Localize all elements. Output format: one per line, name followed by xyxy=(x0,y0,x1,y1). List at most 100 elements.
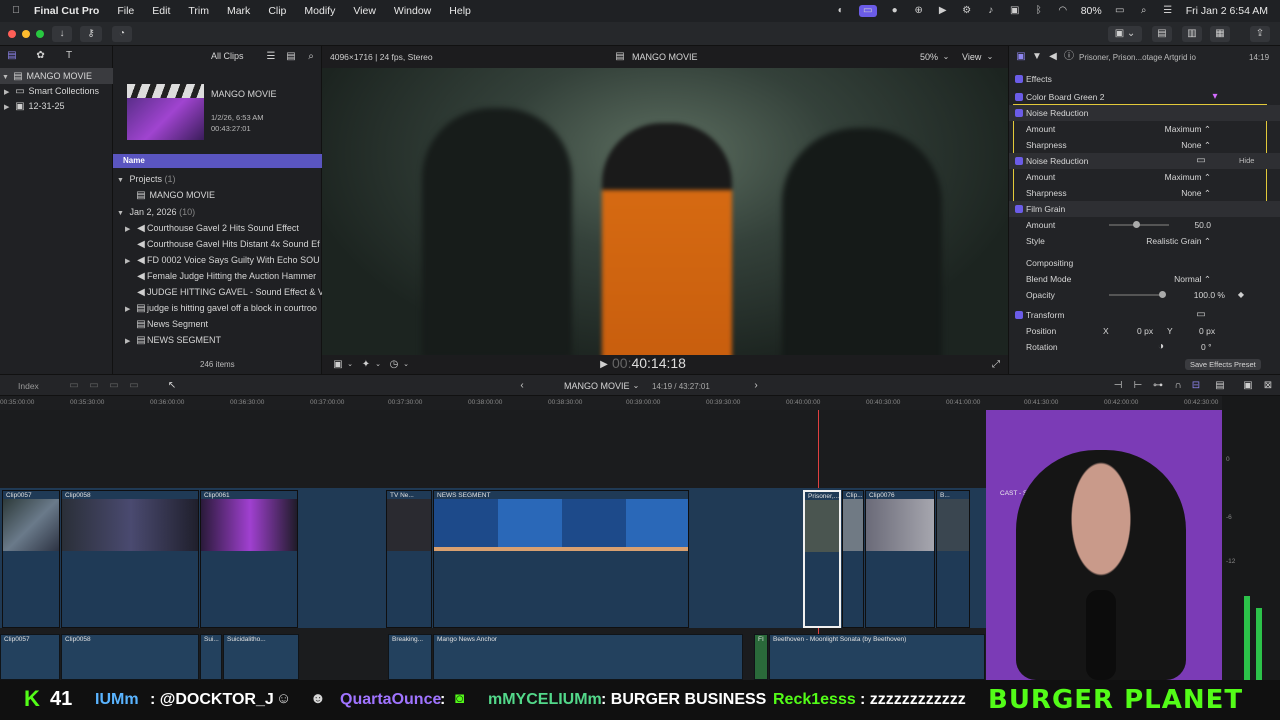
photos-icon[interactable]: ✿ xyxy=(35,50,47,62)
sharpness-popup[interactable]: None ⌃ xyxy=(1181,185,1211,201)
import-button[interactable]: ↓ xyxy=(52,26,72,42)
skimming-icon[interactable]: ⊣ xyxy=(1112,380,1124,392)
edit-insert-icon[interactable]: ▭ xyxy=(88,380,100,392)
list-item[interactable]: ▶ ▤NEWS SEGMENT xyxy=(113,332,322,348)
disclosure-icon[interactable]: ▼ xyxy=(2,70,12,84)
list-item[interactable]: ▶ ◀ Courthouse Gavel 2 Hits Sound Effect xyxy=(113,220,322,236)
library-icon[interactable]: ▤ xyxy=(6,50,18,62)
audio-clip[interactable]: Breaking... xyxy=(388,634,432,680)
wifi-icon[interactable]: ◠ xyxy=(1057,5,1069,17)
transitions-browser-icon[interactable]: ⊠ xyxy=(1262,380,1274,392)
control-center-icon[interactable]: ☰ xyxy=(1162,5,1174,17)
param-grain-amount[interactable]: Amount 50.0 xyxy=(1009,217,1280,233)
video-clip[interactable]: NEWS SEGMENT xyxy=(433,490,689,628)
disclosure-icon[interactable]: ▶ xyxy=(125,222,135,236)
audio-clip[interactable]: FI xyxy=(754,634,768,680)
opacity-value[interactable]: 100.0 % xyxy=(1194,287,1225,303)
amount-value[interactable]: 50.0 xyxy=(1194,217,1211,233)
color-inspector-icon[interactable]: ▼ xyxy=(1031,51,1043,63)
play-button[interactable]: ▶ xyxy=(598,359,610,371)
list-item[interactable]: ▤News Segment xyxy=(113,316,322,332)
timecode-display[interactable]: 00:40:14:18 xyxy=(612,355,686,371)
speed-icon[interactable]: ◷ xyxy=(388,359,400,371)
chevron-down-icon[interactable]: ⌄ xyxy=(372,359,384,371)
list-item[interactable]: ▶ ◀ FD 0002 Voice Says Guilty With Echo SO… xyxy=(113,252,322,268)
rotation-value[interactable]: 0 ° xyxy=(1201,339,1212,355)
workspace-button[interactable]: ▣ ⌄ xyxy=(1108,26,1142,42)
menu-file[interactable]: File xyxy=(117,5,134,17)
keyframe-icon[interactable]: ◆ xyxy=(1235,289,1247,301)
screen-share-icon[interactable]: ▭ xyxy=(858,5,877,17)
zoom-popup[interactable]: 50% xyxy=(920,52,938,62)
effect-film-grain[interactable]: Film Grain xyxy=(1009,201,1280,217)
browser-filter[interactable]: All Clips xyxy=(211,51,244,61)
effects-checkbox[interactable] xyxy=(1015,75,1023,83)
color-board-icon[interactable]: ▾ xyxy=(1209,91,1221,103)
chevron-down-icon[interactable]: ⌄ xyxy=(400,359,412,371)
amount-popup[interactable]: Maximum ⌃ xyxy=(1165,169,1211,185)
play-icon[interactable]: ▶ xyxy=(937,5,949,17)
timeline-toggle-button[interactable]: ▥ xyxy=(1182,26,1202,42)
inspector-toggle-button[interactable]: ▦ xyxy=(1210,26,1230,42)
chevron-down-icon[interactable]: ⌄ xyxy=(344,359,356,371)
clock[interactable]: Fri Jan 2 6:54 AM xyxy=(1186,5,1268,17)
param-blend-mode[interactable]: Blend Mode Normal ⌃ xyxy=(1009,271,1280,287)
keyword-button[interactable]: ⚷ xyxy=(80,26,102,42)
param-opacity[interactable]: Opacity 100.0 % ◆ xyxy=(1009,287,1280,303)
style-popup[interactable]: Realistic Grain ⌃ xyxy=(1146,233,1211,249)
hide-button[interactable]: Hide xyxy=(1239,153,1254,169)
disclosure-icon[interactable]: ▼ xyxy=(117,173,127,187)
audio-clip[interactable]: Sui... xyxy=(200,634,222,680)
transform-checkbox[interactable] xyxy=(1015,311,1023,319)
minimize-window-button[interactable] xyxy=(22,30,30,38)
share-button[interactable]: ⇪ xyxy=(1250,26,1270,42)
video-clip[interactable]: Clip0058 xyxy=(61,490,199,628)
menu-mark[interactable]: Mark xyxy=(227,5,250,17)
audio-clip[interactable]: Clip0058 xyxy=(61,634,199,680)
titles-icon[interactable]: T xyxy=(63,50,75,62)
list-item[interactable]: ◀ Female Judge Hitting the Auction Hammer xyxy=(113,268,322,284)
position-y[interactable]: 0 px xyxy=(1199,323,1215,339)
date-group[interactable]: ▼ Jan 2, 2026 (10) xyxy=(113,204,195,220)
list-item[interactable]: ◀ JUDGE HITTING GAVEL - Sound Effect & V xyxy=(113,284,322,300)
blend-mode-popup[interactable]: Normal ⌃ xyxy=(1174,271,1211,287)
volume-icon[interactable]: ♪ xyxy=(985,5,997,17)
disclosure-icon[interactable]: ▶ xyxy=(125,334,135,348)
audio-clip[interactable]: Suicidalitho... xyxy=(223,634,299,680)
effect-checkbox[interactable] xyxy=(1015,205,1023,213)
list-item[interactable]: ▶ ▤judge is hitting gavel off a block in … xyxy=(113,300,322,316)
compositing-section[interactable]: Compositing xyxy=(1009,255,1280,271)
save-effects-preset-button[interactable]: Save Effects Preset xyxy=(1185,359,1261,370)
menu-trim[interactable]: Trim xyxy=(188,5,209,17)
effect-noise-reduction-1[interactable]: Noise Reduction xyxy=(1009,105,1280,121)
enhance-icon[interactable]: ✦ xyxy=(360,359,372,371)
browser-toggle-button[interactable]: ▤ xyxy=(1152,26,1172,42)
rotation-dial-icon[interactable]: ◑ xyxy=(1155,341,1167,353)
slider-knob[interactable] xyxy=(1159,291,1166,298)
list-item[interactable]: ◀ Courthouse Gavel Hits Distant 4x Sound … xyxy=(113,236,322,252)
effect-noise-reduction-2[interactable]: Noise Reduction ▭ Hide xyxy=(1009,153,1280,169)
edit-connect-icon[interactable]: ▭ xyxy=(68,380,80,392)
display-icon[interactable]: ▣ xyxy=(1009,5,1021,17)
timeline-ruler[interactable]: 00:35:00:00 00:35:30:00 00:36:00:00 00:3… xyxy=(0,396,1222,410)
param-sharpness[interactable]: Sharpness None ⌃ xyxy=(1009,137,1280,153)
selected-video-clip[interactable]: Prisoner,... xyxy=(803,490,841,628)
video-clip[interactable]: Clip0076 xyxy=(865,490,935,628)
zoom-window-button[interactable] xyxy=(36,30,44,38)
disclosure-icon[interactable]: ▶ xyxy=(4,100,14,114)
effect-checkbox[interactable] xyxy=(1015,109,1023,117)
clip-appearance-icon[interactable]: ▤ xyxy=(1214,380,1226,392)
effect-checkbox[interactable] xyxy=(1015,93,1023,101)
sharpness-popup[interactable]: None ⌃ xyxy=(1181,137,1211,153)
effects-browser-icon[interactable]: ▣ xyxy=(1242,380,1254,392)
edit-overwrite-icon[interactable]: ▭ xyxy=(128,380,140,392)
disclosure-icon[interactable]: ▶ xyxy=(125,302,135,316)
param-rotation[interactable]: Rotation ◑ 0 ° xyxy=(1009,339,1280,355)
disclosure-icon[interactable]: ▶ xyxy=(4,85,14,99)
library-item-mango-movie[interactable]: ▼ ▤ MANGO MOVIE xyxy=(0,68,113,84)
slider-knob[interactable] xyxy=(1133,221,1140,228)
timeline-project-title[interactable]: MANGO MOVIE xyxy=(564,381,630,391)
edit-append-icon[interactable]: ▭ xyxy=(108,380,120,392)
video-inspector-icon[interactable]: ▣ xyxy=(1015,51,1027,63)
status-icon[interactable]: ◐ xyxy=(835,5,847,17)
